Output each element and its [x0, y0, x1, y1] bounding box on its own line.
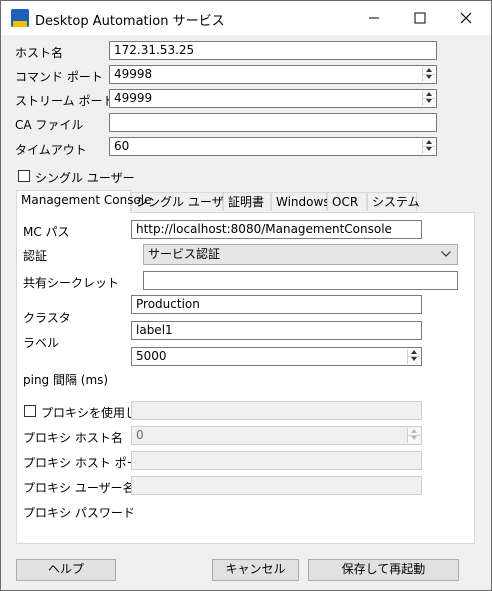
label-input[interactable]: label1 [131, 321, 422, 340]
ping-interval-stepper[interactable]: 5000 [131, 347, 422, 366]
spin-down-icon[interactable] [423, 146, 435, 153]
app-icon [11, 9, 29, 27]
timeout-stepper[interactable]: 60 [109, 137, 437, 156]
shared-secret-label: 共有シークレット [23, 276, 120, 290]
proxy-host-label: プロキシ ホスト名 [23, 431, 123, 445]
spin-down-icon[interactable] [423, 98, 435, 105]
stream-port-stepper[interactable]: 49999 [109, 89, 437, 108]
ping-interval-value: 5000 [136, 349, 167, 363]
spin-down-icon[interactable] [408, 435, 420, 442]
command-port-spinner[interactable] [422, 67, 435, 82]
proxy-use-checkbox[interactable] [24, 405, 36, 417]
stream-port-spinner[interactable] [422, 91, 435, 106]
auth-select[interactable]: サービス認証 [143, 244, 458, 265]
maximize-icon [414, 12, 426, 24]
host-label: ホスト名 [15, 46, 64, 60]
tab-windows[interactable]: Windows [271, 192, 330, 211]
command-port-label: コマンド ポート [15, 70, 103, 84]
auth-label: 認証 [23, 249, 48, 263]
proxy-port-input[interactable] [131, 451, 422, 470]
help-button[interactable]: ヘルプ [16, 559, 116, 581]
proxy-host-value: 0 [136, 428, 144, 442]
spin-down-icon[interactable] [408, 356, 420, 363]
ca-file-input[interactable] [109, 113, 437, 132]
title-bar: Desktop Automation サービス [1, 1, 491, 35]
proxy-user-input[interactable] [131, 476, 422, 495]
close-icon [460, 12, 472, 24]
timeout-value: 60 [114, 139, 130, 153]
minimize-icon [369, 17, 379, 19]
single-user-checkbox[interactable] [18, 170, 30, 182]
dialog-window: Desktop Automation サービス ホスト名 172.31.53.2… [0, 0, 492, 591]
ping-interval-label: ping 間隔 (ms) [23, 373, 109, 387]
close-button[interactable] [443, 1, 489, 35]
spin-down-icon[interactable] [423, 74, 435, 81]
host-input[interactable]: 172.31.53.25 [109, 41, 437, 60]
label-label: ラベル [23, 336, 60, 350]
tab-ocr[interactable]: OCR [327, 192, 367, 211]
ping-interval-spinner[interactable] [407, 349, 420, 364]
mc-path-label: MC パス [23, 225, 70, 239]
timeout-spinner[interactable] [422, 139, 435, 154]
window-title: Desktop Automation サービス [35, 14, 225, 29]
chevron-down-icon [441, 251, 451, 257]
cancel-button[interactable]: キャンセル [212, 559, 299, 581]
proxy-host-spinner[interactable] [407, 428, 420, 443]
stream-port-label: ストリーム ポート [15, 94, 115, 108]
proxy-host-stepper[interactable]: 0 [131, 426, 422, 445]
save-restart-button[interactable]: 保存して再起動 [308, 559, 459, 581]
cluster-input[interactable]: Production [131, 295, 422, 314]
maximize-button[interactable] [397, 1, 443, 35]
mc-path-input[interactable]: http://localhost:8080/ManagementConsole [131, 220, 422, 239]
shared-secret-input[interactable] [143, 271, 458, 290]
timeout-label: タイムアウト [15, 143, 87, 157]
single-user-label: シングル ユーザー [35, 171, 135, 185]
minimize-button[interactable] [351, 1, 397, 35]
tab-management-console[interactable]: Management Console [16, 190, 152, 213]
auth-select-value: サービス認証 [148, 247, 221, 261]
command-port-stepper[interactable]: 49998 [109, 65, 437, 84]
tab-system[interactable]: システム [367, 192, 420, 211]
tab-certificate[interactable]: 証明書 [223, 192, 271, 211]
ca-file-label: CA ファイル [15, 118, 84, 132]
command-port-value: 49998 [114, 67, 153, 81]
proxy-password-label: プロキシ パスワード [23, 506, 135, 520]
proxy-use-input[interactable] [131, 401, 422, 420]
stream-port-value: 49999 [114, 91, 153, 105]
proxy-user-label: プロキシ ユーザー名 [23, 481, 135, 495]
cluster-label: クラスタ [23, 311, 71, 325]
